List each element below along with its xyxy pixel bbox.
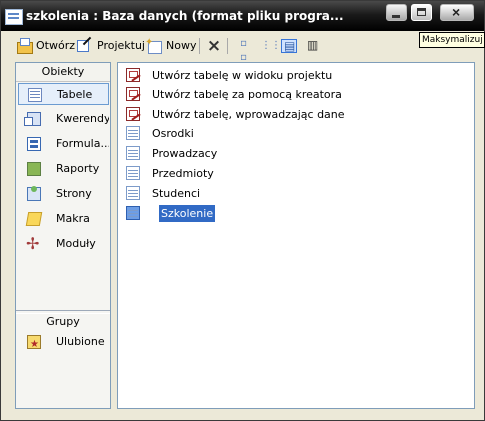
objects-item-reports[interactable]: Raporty	[18, 158, 109, 180]
list-item-label: Przedmioty	[152, 167, 214, 180]
list-view-icon[interactable]	[281, 39, 297, 53]
pages-icon	[27, 186, 41, 201]
table-icon	[126, 146, 140, 160]
objects-item-modules[interactable]: Moduły	[18, 233, 109, 255]
objects-item-tables[interactable]: Tabele	[18, 83, 109, 105]
objects-item-label: Strony	[56, 187, 92, 200]
objects-item-label: Raporty	[56, 162, 100, 175]
objects-header: Obiekty	[16, 63, 110, 82]
minimize-button[interactable]	[386, 4, 407, 21]
table-icon	[126, 126, 140, 140]
small-icons-view-icon[interactable]	[258, 39, 281, 53]
list-item-label: Osrodki	[152, 127, 194, 140]
close-icon: ×	[452, 4, 461, 20]
objects-pane: Obiekty Tabele Kwerendy Formula... Rapor…	[15, 62, 111, 409]
objects-item-forms[interactable]: Formula...	[18, 133, 109, 155]
groups-divider	[16, 310, 110, 311]
report-icon	[27, 162, 41, 176]
open-button[interactable]: Otwórz	[17, 37, 75, 55]
objects-item-label: Moduły	[56, 237, 96, 250]
maximize-icon	[417, 8, 426, 16]
favorites-label: Ulubione	[56, 335, 105, 348]
list-item-label: Utwórz tabelę, wprowadzając dane	[152, 108, 345, 121]
list-item-label: Utwórz tabelę za pomocą kreatora	[152, 88, 342, 101]
groups-item-favorites[interactable]: Ulubione	[18, 331, 109, 353]
wizard-icon	[126, 87, 140, 101]
objects-item-label: Formula...	[56, 137, 109, 150]
toolbar-separator	[199, 38, 200, 54]
new-button[interactable]: Nowy	[145, 34, 197, 55]
table-icon	[126, 186, 140, 200]
design-button[interactable]: Projektuj	[76, 37, 145, 55]
query-icon	[24, 112, 41, 126]
table-icon	[126, 206, 140, 220]
objects-item-label: Makra	[56, 212, 90, 225]
favorites-icon	[27, 334, 41, 353]
details-view-icon[interactable]	[305, 38, 321, 53]
maximize-button[interactable]	[411, 4, 432, 21]
design-icon	[76, 38, 94, 54]
list-item-label: Utwórz tabelę w widoku projektu	[152, 69, 333, 82]
objects-item-macros[interactable]: Makra	[18, 208, 109, 230]
new-icon	[145, 34, 163, 54]
title-bar[interactable]: szkolenia : Baza danych (format pliku pr…	[1, 1, 484, 31]
design-wizard-icon	[126, 68, 140, 82]
delete-icon[interactable]: ×	[206, 38, 222, 55]
form-icon	[27, 137, 41, 151]
objects-item-label: Kwerendy	[56, 112, 109, 125]
window-title: szkolenia : Baza danych (format pliku pr…	[26, 9, 344, 23]
toolbar: Otwórz Projektuj Nowy ×	[2, 33, 482, 65]
objects-item-pages[interactable]: Strony	[18, 183, 109, 205]
maximize-tooltip: Maksymalizuj	[419, 32, 485, 48]
database-window: szkolenia : Baza danych (format pliku pr…	[0, 0, 485, 421]
close-button[interactable]: ×	[440, 4, 474, 21]
modules-icon	[26, 233, 41, 255]
list-item-label: Studenci	[152, 187, 201, 200]
objects-item-label: Tabele	[57, 88, 93, 101]
design-label: Projektuj	[97, 39, 145, 52]
object-list-pane: Utwórz tabelę w widoku projektu Utwórz t…	[117, 62, 475, 409]
table-icon	[28, 88, 42, 102]
list-item-label: Szkolenie	[159, 205, 216, 222]
data-entry-icon	[126, 107, 140, 121]
open-icon	[17, 38, 33, 54]
groups-header: Grupy	[16, 313, 110, 330]
objects-item-queries[interactable]: Kwerendy	[18, 108, 109, 130]
database-icon	[5, 9, 23, 25]
toolbar-separator	[227, 38, 228, 54]
macro-icon	[25, 212, 43, 226]
list-item-label: Prowadzacy	[152, 147, 218, 160]
minimize-icon	[392, 15, 400, 18]
new-label: Nowy	[166, 39, 197, 52]
table-icon	[126, 166, 140, 180]
open-label: Otwórz	[36, 39, 75, 52]
large-icons-view-icon[interactable]	[235, 37, 251, 65]
